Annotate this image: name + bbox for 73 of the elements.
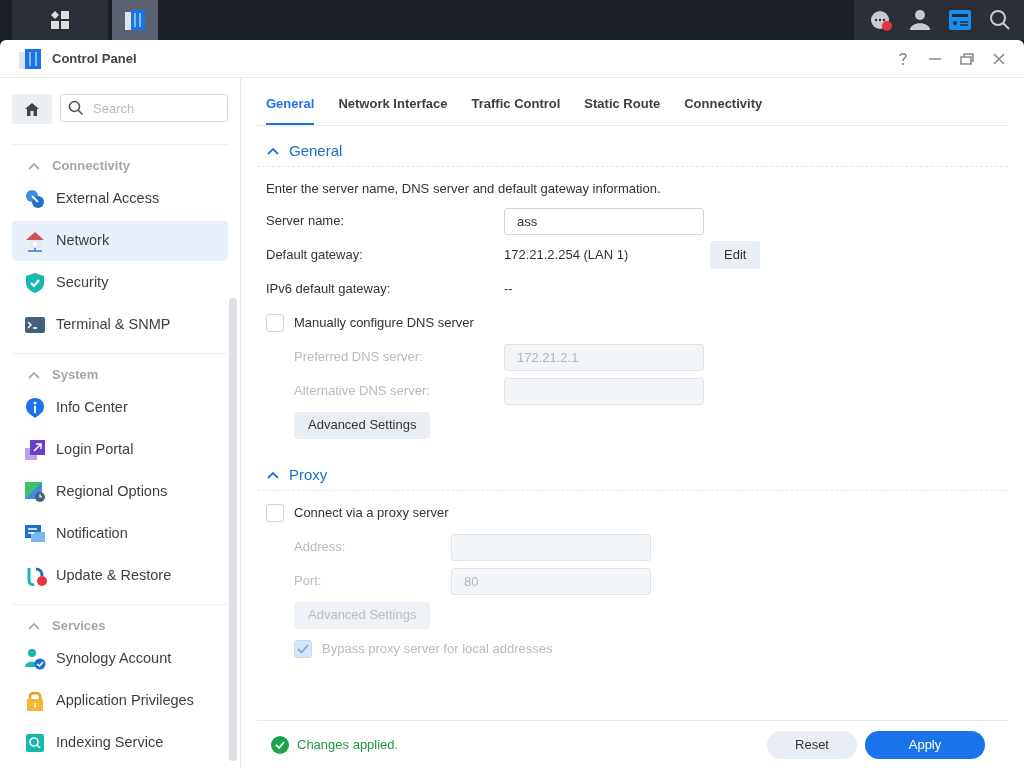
checkbox-label: Bypass proxy server for local addresses: [322, 640, 553, 659]
house-icon: [24, 230, 46, 252]
gateway-value: 172.21.2.254 (LAN 1): [504, 246, 630, 265]
info-icon: [24, 397, 46, 419]
collapse-icon: [267, 147, 279, 155]
field-label: Port:: [294, 572, 323, 591]
check-icon: [297, 644, 309, 654]
home-button[interactable]: [12, 94, 52, 124]
portal-icon: [24, 439, 46, 461]
section-title[interactable]: Proxy: [289, 463, 328, 487]
gateway-value: --: [504, 280, 513, 299]
lock-icon: [24, 690, 46, 712]
tab[interactable]: Connectivity: [684, 93, 763, 125]
sidebar-item[interactable]: Network: [12, 221, 228, 261]
server-name-field[interactable]: ass: [504, 207, 704, 235]
control-panel-button[interactable]: [112, 0, 158, 40]
link-icon: [24, 188, 46, 210]
home-icon: [24, 101, 40, 117]
checkbox[interactable]: [266, 314, 284, 332]
tab[interactable]: Static Route: [584, 93, 661, 125]
chevron-icon: [28, 371, 40, 379]
widget-icon: [948, 9, 972, 31]
sidebar-item[interactable]: Regional Options: [12, 472, 228, 512]
advanced-settings-button[interactable]: Advanced Settings: [294, 411, 431, 439]
grid-icon: [50, 10, 70, 30]
sidebar-item[interactable]: Login Portal: [12, 430, 228, 470]
field-label: IPv6 default gateway:: [266, 280, 392, 299]
field-label: Preferred DNS server:: [294, 348, 424, 367]
checkbox[interactable]: [266, 504, 284, 522]
user-icon: [909, 9, 931, 31]
app-grid-button[interactable]: [12, 0, 108, 40]
sidebar-item[interactable]: Update & Restore: [12, 556, 228, 596]
control-panel-icon: [123, 8, 147, 32]
sidebar-item[interactable]: Info Center: [12, 388, 228, 428]
sidebar-item[interactable]: Security: [12, 263, 228, 303]
section-title[interactable]: General: [289, 139, 343, 163]
search-icon: [68, 100, 84, 116]
field-label: Server name:: [266, 212, 346, 231]
edit-button[interactable]: Edit: [710, 241, 761, 269]
checkbox-label: Manually configure DNS server: [294, 314, 474, 333]
tab[interactable]: Traffic Control: [471, 93, 561, 125]
shield-icon: [24, 272, 46, 294]
terminal-icon: [24, 314, 46, 336]
window-title: Control Panel: [52, 49, 137, 68]
notification-badge: [882, 21, 892, 31]
message-icon: [24, 523, 46, 545]
collapse-icon: [267, 471, 279, 479]
chevron-icon: [28, 622, 40, 630]
sidebar-item[interactable]: Terminal & SNMP: [12, 305, 228, 345]
sidebar-item[interactable]: External Access: [12, 179, 228, 219]
checkbox-label: Connect via a proxy server: [294, 504, 449, 523]
user-check-icon: [24, 648, 46, 670]
success-icon: [271, 735, 289, 754]
field-label: Default gateway:: [266, 246, 364, 265]
sidebar-item[interactable]: Application Privileges: [12, 681, 228, 721]
control-panel-icon: [18, 46, 42, 71]
apply-button[interactable]: Apply: [865, 730, 985, 759]
intro-text: Enter the server name, DNS server and default gateway information.: [266, 180, 662, 199]
globe-clock-icon: [24, 481, 46, 503]
reset-button[interactable]: Reset: [767, 730, 857, 759]
field-label: Alternative DNS server:: [294, 382, 431, 401]
tab[interactable]: Network Interface: [338, 93, 448, 125]
search-icon: [989, 9, 1011, 31]
tab[interactable]: General: [266, 93, 315, 125]
sidebar-item[interactable]: Notification: [12, 514, 228, 554]
search-doc-icon: [24, 732, 46, 754]
chevron-icon: [28, 162, 40, 170]
sidebar-item[interactable]: Indexing Service: [12, 723, 228, 763]
sidebar-item[interactable]: Synology Account: [12, 639, 228, 679]
field-label: Address:: [294, 538, 347, 557]
scrollbar[interactable]: [229, 298, 237, 761]
status-text: Changes applied.: [297, 735, 399, 754]
search-field[interactable]: Search: [60, 94, 228, 122]
